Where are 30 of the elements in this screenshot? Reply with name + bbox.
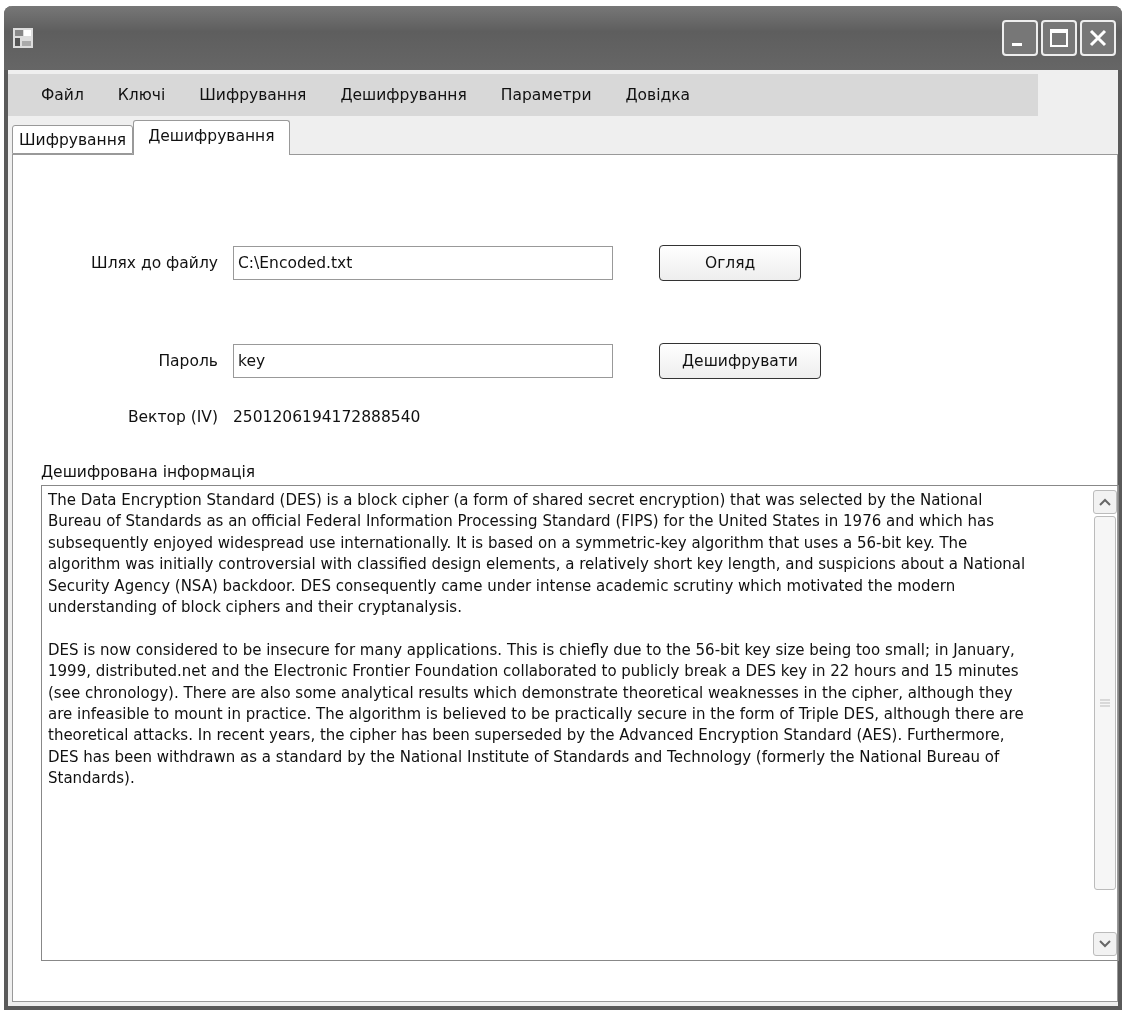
menu-item[interactable]: Дешифрування xyxy=(323,86,484,104)
scroll-down-icon[interactable] xyxy=(1093,932,1117,956)
menu-item[interactable]: Довідка xyxy=(608,86,708,104)
maximize-button[interactable] xyxy=(1041,20,1077,56)
menu-item[interactable]: Шифрування xyxy=(182,86,324,104)
minimize-button[interactable] xyxy=(1002,20,1038,56)
path-label: Шлях до файлу xyxy=(90,254,219,272)
scroll-up-icon[interactable] xyxy=(1093,490,1117,514)
iv-label: Вектор (IV) xyxy=(126,408,219,426)
paragraph: The Data Encryption Standard (DES) is a block cipher (a form of shared secret encryption) that was selected by the National Bureau of Standards as an official Federal Information Processing Standard (FIPS) for the United States in 1976 and which has subsequently enjoyed widespread use internationally. It is based on a symmetric-key algorithm that uses a 56-bit key. The algorithm was initially controversial with classified design elements, a relatively short key length, and suspicions about a National Security Agency (NSA) backdoor. DES consequently came under intense academic scrutiny which motivated the modern understanding of block ciphers and their cryptanalysis. xyxy=(48,490,1027,619)
maximize-icon xyxy=(1049,28,1069,48)
output-label: Дешифрована інформація xyxy=(41,463,257,481)
tab[interactable]: Дешифрування xyxy=(133,120,290,155)
menu-item[interactable]: Файл xyxy=(24,86,101,104)
output-text-area[interactable] xyxy=(41,485,1119,961)
close-icon xyxy=(1088,28,1108,48)
iv-value: 2501206194172888540 xyxy=(233,408,421,426)
close-button[interactable] xyxy=(1080,20,1116,56)
path-field[interactable]: C:\Encoded.txt xyxy=(233,246,613,280)
decrypt-button[interactable]: Дешифрувати xyxy=(659,343,821,379)
paragraph: DES is now considered to be insecure for many applications. This is chiefly due to the 56-bit key size being too small; in January, 1999, distributed.net and the Electronic Frontier Foundation collaborated to publicly break a DES key in 22 hours and 15 minutes (see chronology). There are also some analytical results which demonstrate theoretical weaknesses in the cipher, although they are infeasible to mount in practice. The algorithm is believed to be practically secure in the form of Triple DES, although there are theoretical attacks. In recent years, the cipher has been superseded by the Advanced Encryption Standard (AES). Furthermore, DES has been withdrawn as a standard by the National Institute of Standards and Technology (formerly the National Bureau of Standards). xyxy=(48,639,1025,790)
tab[interactable]: Шифрування xyxy=(12,125,134,154)
password-label: Пароль xyxy=(157,352,219,370)
browse-button[interactable]: Огляд xyxy=(659,245,802,281)
scroll-thumb[interactable] xyxy=(1094,516,1116,890)
password-field[interactable]: key xyxy=(233,344,613,378)
app-icon xyxy=(12,27,34,49)
menu-item[interactable]: Ключі xyxy=(100,86,183,104)
menu-item[interactable]: Параметри xyxy=(483,86,609,104)
minimize-icon xyxy=(1012,42,1022,46)
